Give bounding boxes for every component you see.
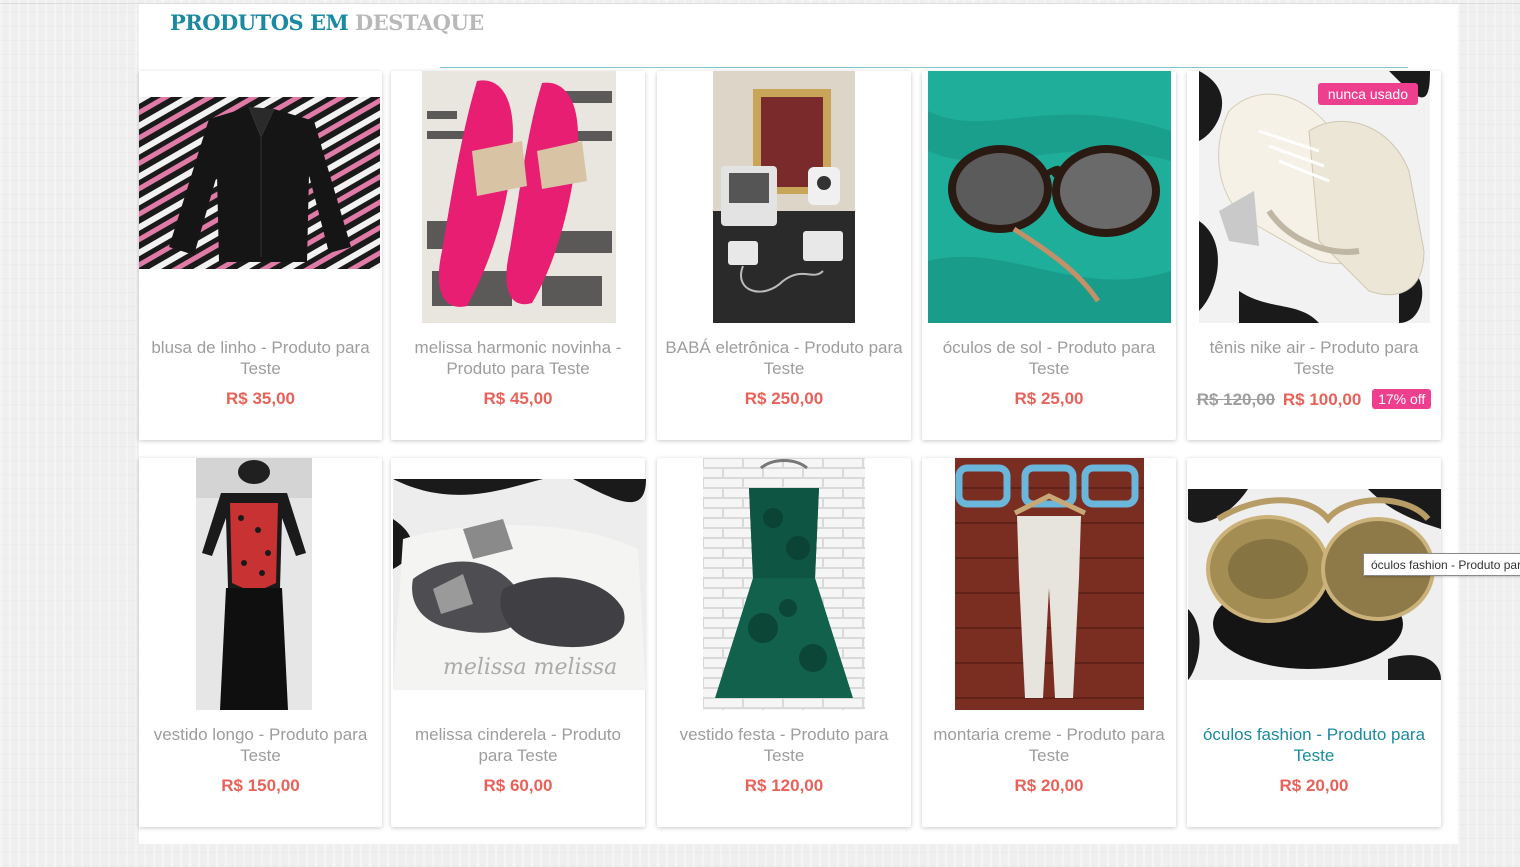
- product-name[interactable]: óculos de sol - Produto para Teste: [922, 337, 1176, 379]
- product-image[interactable]: [196, 458, 312, 710]
- product-name[interactable]: vestido longo - Produto para Teste: [139, 724, 382, 766]
- product-name[interactable]: melissa cinderela - Produto para Teste: [391, 724, 645, 766]
- product-image[interactable]: [703, 458, 865, 710]
- product-card[interactable]: nunca usado tênis nike air - Produto par…: [1187, 71, 1441, 440]
- product-tooltip: óculos fashion - Produto para Teste: [1363, 553, 1520, 576]
- product-name[interactable]: melissa harmonic novinha - Produto para …: [391, 337, 645, 379]
- product-name[interactable]: vestido festa - Produto para Teste: [657, 724, 911, 766]
- product-price: R$ 45,00: [483, 389, 553, 408]
- product-card[interactable]: blusa de linho - Produto para Teste R$ 3…: [139, 71, 382, 440]
- product-image[interactable]: [422, 71, 616, 323]
- old-price: R$ 120,00: [1196, 390, 1276, 409]
- product-price: R$ 150,00: [221, 776, 300, 795]
- product-image[interactable]: [928, 71, 1171, 323]
- product-price: R$ 35,00: [226, 389, 295, 408]
- product-price: R$ 120,00 R$ 100,00 17% off: [1187, 389, 1441, 410]
- product-image[interactable]: melissa melissa: [393, 479, 646, 690]
- product-card[interactable]: vestido longo - Produto para Teste R$ 15…: [139, 458, 382, 827]
- product-price: R$ 250,00: [744, 389, 824, 408]
- never-used-badge: nunca usado: [1317, 83, 1418, 105]
- product-name[interactable]: óculos fashion - Produto para Teste: [1187, 724, 1441, 766]
- product-image[interactable]: [955, 458, 1144, 710]
- product-price: R$ 20,00: [1014, 776, 1084, 795]
- product-name[interactable]: tênis nike air - Produto para Teste: [1187, 337, 1441, 379]
- product-card[interactable]: óculos fashion - Produto para Teste R$ 2…: [1187, 458, 1441, 827]
- product-card[interactable]: melissa harmonic novinha - Produto para …: [391, 71, 645, 440]
- product-image[interactable]: [139, 97, 380, 269]
- product-card[interactable]: óculos de sol - Produto para Teste R$ 25…: [922, 71, 1176, 440]
- section-title: PRODUTOS EM DESTAQUE: [170, 10, 484, 35]
- product-name[interactable]: montaria creme - Produto para Teste: [922, 724, 1176, 766]
- product-image[interactable]: [1188, 489, 1441, 680]
- product-price: R$ 120,00: [744, 776, 824, 795]
- product-name[interactable]: blusa de linho - Produto para Teste: [139, 337, 382, 379]
- product-price: R$ 60,00: [483, 776, 553, 795]
- product-image[interactable]: [713, 71, 855, 323]
- discount-badge: 17% off: [1372, 389, 1432, 409]
- product-card[interactable]: montaria creme - Produto para Teste R$ 2…: [922, 458, 1176, 827]
- product-image[interactable]: nunca usado: [1199, 71, 1430, 323]
- product-card[interactable]: melissa melissa melissa cinderela - Prod…: [391, 458, 646, 827]
- product-card[interactable]: BABÁ eletrônica - Produto para Teste R$ …: [657, 71, 911, 440]
- product-name[interactable]: BABÁ eletrônica - Produto para Teste: [657, 337, 911, 379]
- title-underline: [440, 67, 1408, 68]
- product-card[interactable]: vestido festa - Produto para Teste R$ 12…: [657, 458, 911, 827]
- product-price: R$ 25,00: [1014, 389, 1084, 408]
- product-price: R$ 20,00: [1279, 776, 1349, 795]
- svg-text:melissa melissa: melissa melissa: [443, 655, 617, 680]
